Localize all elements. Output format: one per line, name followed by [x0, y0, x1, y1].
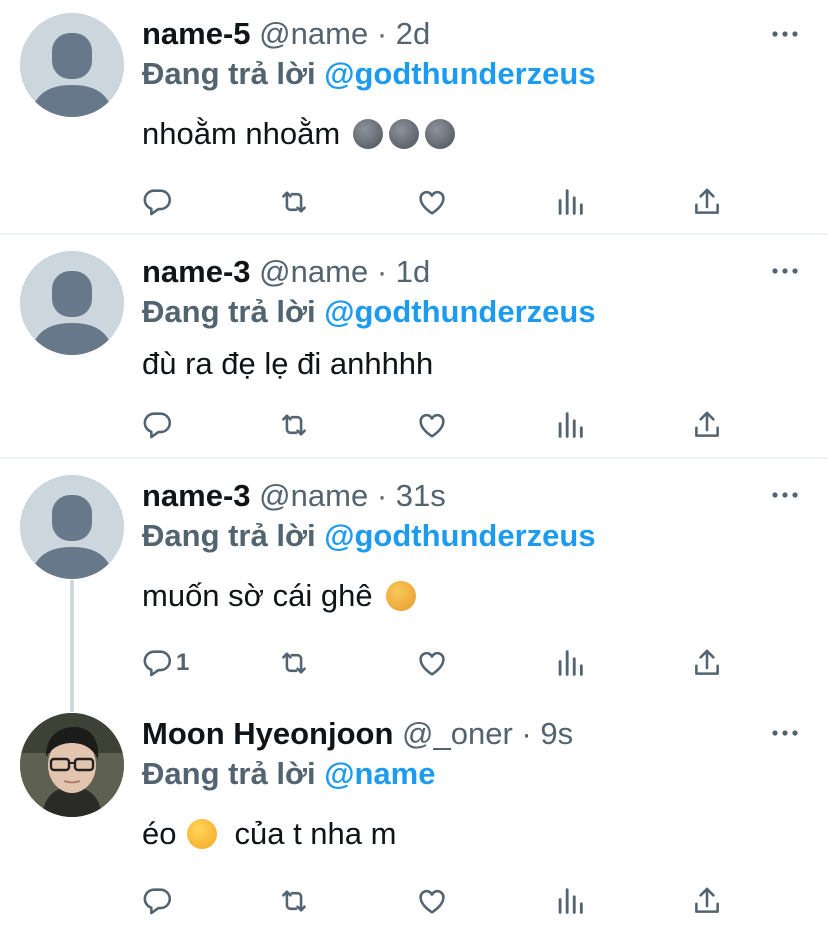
- heart-icon: [415, 185, 449, 219]
- tweet-header: name-3 @name · 1d: [142, 252, 430, 292]
- views-button[interactable]: [553, 182, 593, 222]
- more-dots-icon[interactable]: [770, 266, 800, 276]
- author-handle[interactable]: @name: [259, 478, 368, 513]
- tweet-text-before: éo: [142, 816, 177, 851]
- reply-button[interactable]: [140, 405, 180, 445]
- author-name[interactable]: name-5: [142, 16, 251, 51]
- mention-link[interactable]: @godthunderzeus: [324, 294, 595, 329]
- author-name[interactable]: name-3: [142, 478, 251, 513]
- tweet-3[interactable]: name-3 @name · 31s Đang trả lời @godthun…: [0, 459, 828, 697]
- share-button[interactable]: [690, 643, 730, 683]
- timestamp[interactable]: 9s: [540, 716, 573, 751]
- tweet-header: name-3 @name · 31s: [142, 476, 446, 516]
- separator-dot: ·: [376, 478, 388, 513]
- mention-link[interactable]: @godthunderzeus: [324, 56, 595, 91]
- retweet-button[interactable]: [277, 881, 317, 921]
- reply-icon: [140, 646, 174, 680]
- author-name[interactable]: name-3: [142, 254, 251, 289]
- upside-down-face-emoji: [187, 819, 218, 849]
- timestamp[interactable]: 1d: [396, 254, 430, 289]
- share-button[interactable]: [690, 405, 730, 445]
- like-button[interactable]: [415, 643, 455, 683]
- tweet-text-after: của t nha m: [234, 816, 397, 851]
- more-dots-icon[interactable]: [770, 728, 800, 738]
- views-button[interactable]: [553, 643, 593, 683]
- retweet-button[interactable]: [277, 643, 317, 683]
- tweet-text-content: muốn sờ cái ghê: [142, 578, 373, 613]
- replying-to: Đang trả lời @godthunderzeus: [142, 292, 596, 332]
- reply-icon: [140, 185, 174, 219]
- replying-label: Đang trả lời: [142, 294, 316, 329]
- timestamp[interactable]: 31s: [396, 478, 446, 513]
- retweet-button[interactable]: [277, 182, 317, 222]
- tweet-header: name-5 @name · 2d: [142, 14, 430, 54]
- separator-dot: ·: [521, 716, 532, 751]
- views-button[interactable]: [553, 405, 593, 445]
- reply-button[interactable]: 1: [140, 643, 210, 683]
- mention-link[interactable]: @godthunderzeus: [324, 518, 595, 553]
- timestamp[interactable]: 2d: [396, 16, 430, 51]
- new-moon-face-emoji: [425, 119, 456, 149]
- tweet-1[interactable]: name-5 @name · 2d Đang trả lời @godthund…: [0, 0, 828, 233]
- views-button[interactable]: [553, 881, 593, 921]
- author-handle[interactable]: @name: [259, 16, 368, 51]
- share-icon: [690, 408, 724, 442]
- tweet-4[interactable]: Moon Hyeonjoon @_oner · 9s Đang trả lời …: [0, 697, 828, 930]
- views-icon: [553, 884, 587, 918]
- heart-icon: [415, 884, 449, 918]
- retweet-icon: [277, 185, 311, 219]
- share-button[interactable]: [690, 182, 730, 222]
- retweet-button[interactable]: [277, 405, 317, 445]
- separator-dot: ·: [376, 254, 388, 289]
- tweet-text: éo của t nha m: [142, 814, 396, 854]
- replying-label: Đang trả lời: [142, 518, 316, 553]
- share-icon: [690, 646, 724, 680]
- tweet-2[interactable]: name-3 @name · 1d Đang trả lời @godthund…: [0, 235, 828, 457]
- heart-icon: [415, 646, 449, 680]
- views-icon: [553, 646, 587, 680]
- share-icon: [690, 884, 724, 918]
- replying-label: Đang trả lời: [142, 56, 316, 91]
- avatar[interactable]: [20, 13, 124, 117]
- share-button[interactable]: [690, 881, 730, 921]
- author-handle[interactable]: @_oner: [402, 716, 513, 751]
- replying-label: Đang trả lời: [142, 756, 316, 791]
- retweet-icon: [277, 646, 311, 680]
- tweet-text: muốn sờ cái ghê: [142, 576, 419, 616]
- replying-to: Đang trả lời @godthunderzeus: [142, 54, 596, 94]
- heart-eyes-cat-emoji: [385, 581, 416, 611]
- like-button[interactable]: [415, 881, 455, 921]
- like-button[interactable]: [415, 405, 455, 445]
- reply-count: 1: [176, 649, 190, 676]
- avatar[interactable]: [20, 251, 124, 355]
- retweet-icon: [277, 408, 311, 442]
- views-icon: [553, 408, 587, 442]
- more-dots-icon[interactable]: [770, 490, 800, 500]
- separator-dot: ·: [376, 16, 388, 51]
- reply-button[interactable]: [140, 182, 180, 222]
- tweet-text-content: nhoằm nhoằm: [142, 116, 341, 151]
- heart-icon: [415, 408, 449, 442]
- new-moon-face-emoji: [389, 119, 420, 149]
- reply-icon: [140, 884, 174, 918]
- tweet-text-content: đù ra đẹ lẹ đi anhhhh: [142, 346, 434, 381]
- replying-to: Đang trả lời @name: [142, 754, 435, 794]
- views-icon: [553, 185, 587, 219]
- retweet-icon: [277, 884, 311, 918]
- reply-button[interactable]: [140, 881, 180, 921]
- replying-to: Đang trả lời @godthunderzeus: [142, 516, 596, 556]
- avatar-photo[interactable]: [20, 713, 124, 817]
- share-icon: [690, 185, 724, 219]
- more-dots-icon[interactable]: [770, 29, 800, 39]
- author-handle[interactable]: @name: [259, 254, 368, 289]
- like-button[interactable]: [415, 182, 455, 222]
- reply-icon: [140, 408, 174, 442]
- avatar[interactable]: [20, 475, 124, 579]
- mention-link[interactable]: @name: [324, 756, 435, 791]
- author-name[interactable]: Moon Hyeonjoon: [142, 716, 393, 751]
- tweet-text: nhoằm nhoằm: [142, 114, 458, 154]
- tweet-header: Moon Hyeonjoon @_oner · 9s: [142, 714, 573, 754]
- tweet-text: đù ra đẹ lẹ đi anhhhh: [142, 344, 433, 384]
- new-moon-face-emoji: [353, 119, 384, 149]
